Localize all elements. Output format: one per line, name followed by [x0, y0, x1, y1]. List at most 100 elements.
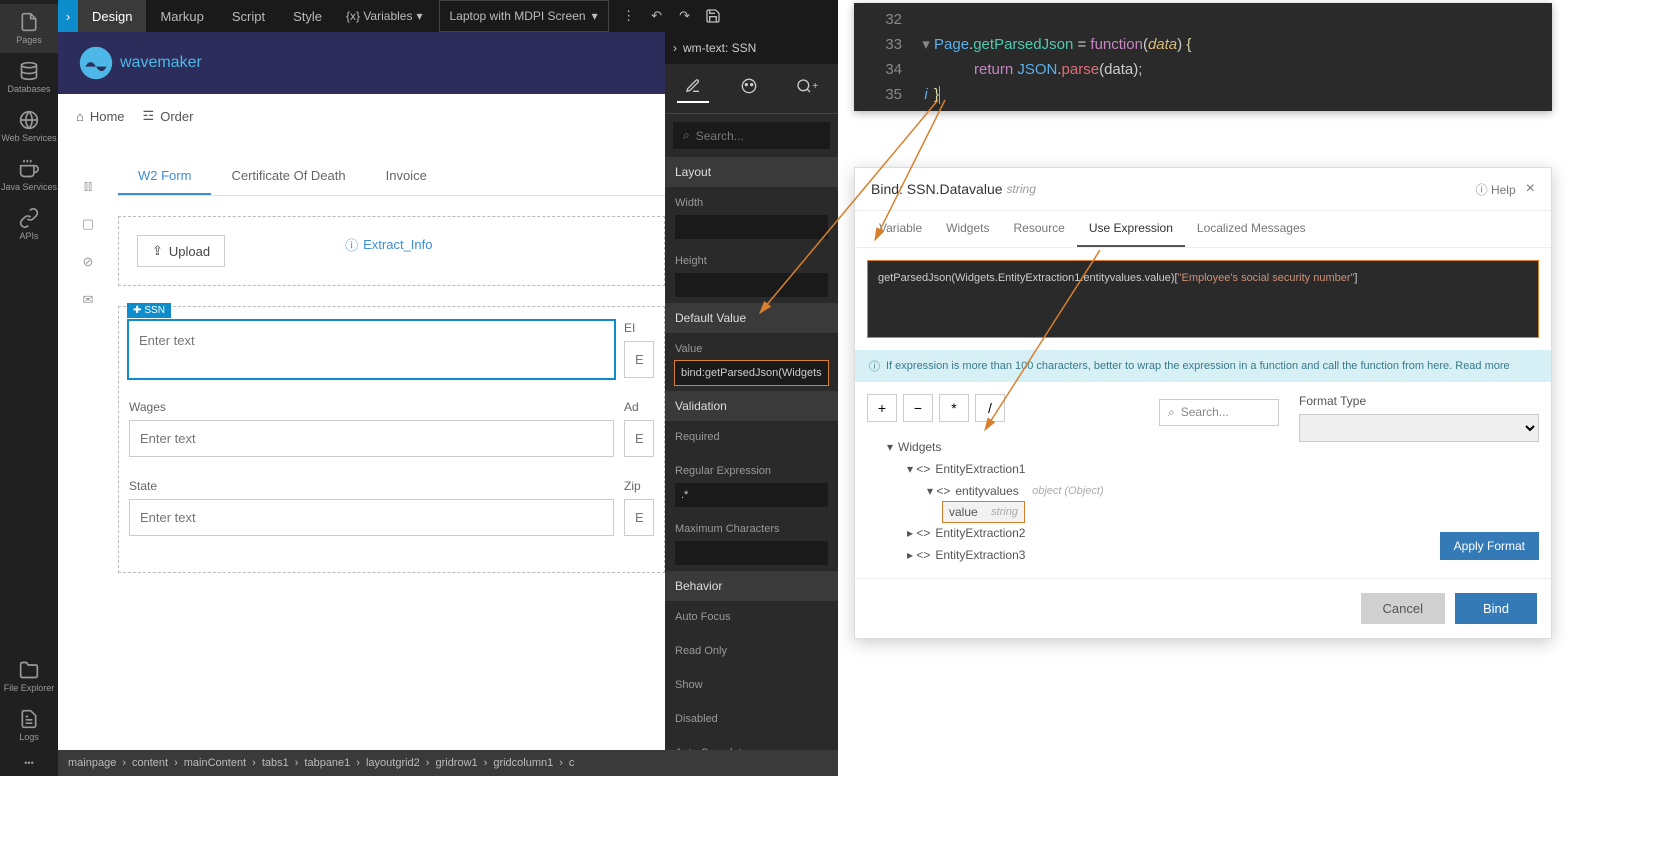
state-input[interactable] — [129, 499, 614, 536]
tab-style[interactable]: Style — [279, 0, 336, 32]
op-slash[interactable]: / — [975, 394, 1005, 422]
sidebar-more[interactable]: ••• — [0, 750, 58, 776]
section-layout[interactable]: Layout — [665, 157, 838, 187]
tab-certificate[interactable]: Certificate Of Death — [211, 158, 365, 195]
prop-height-input[interactable] — [675, 273, 828, 297]
prop-show-label: Show — [675, 679, 828, 691]
tree-value[interactable]: value string — [943, 502, 1024, 522]
tab-invoice[interactable]: Invoice — [366, 158, 447, 195]
dialog-tabs: Variable Widgets Resource Use Expression… — [855, 211, 1551, 248]
footer-crumb[interactable]: gridcolumn1 — [493, 757, 553, 769]
tree-entityvalues[interactable]: ▾ <> entityvalues object (Object) — [867, 480, 1279, 502]
prop-maxchar-input[interactable] — [675, 541, 828, 565]
expression-editor[interactable]: getParsedJson(Widgets.EntityExtraction1.… — [868, 261, 1538, 337]
prop-readonly-label: Read Only — [675, 645, 828, 657]
prop-width-input[interactable] — [675, 215, 828, 239]
sidebar-java-services[interactable]: Java Services — [0, 151, 58, 200]
mail-icon[interactable]: ✉ — [83, 292, 94, 308]
tree-ee3[interactable]: ▸ <> EntityExtraction3 — [867, 544, 1279, 566]
section-default-value[interactable]: Default Value — [665, 303, 838, 333]
prop-regex-input[interactable] — [675, 483, 828, 507]
section-behavior[interactable]: Behavior — [665, 571, 838, 601]
zip-input[interactable] — [624, 499, 654, 536]
footer-crumb[interactable]: gridrow1 — [435, 757, 477, 769]
footer-crumb[interactable]: tabs1 — [262, 757, 289, 769]
footer-crumb[interactable]: layoutgrid2 — [366, 757, 420, 769]
extract-info-link[interactable]: ⓘExtract_Info — [345, 235, 432, 254]
dlg-tab-use-expression[interactable]: Use Expression — [1077, 211, 1185, 247]
tag-icon[interactable]: ⊘ — [83, 254, 94, 270]
apply-format-button[interactable]: Apply Format — [1440, 532, 1539, 560]
footer-crumb[interactable]: content — [132, 757, 168, 769]
field-ad[interactable]: Ad — [624, 400, 654, 457]
wages-input[interactable] — [129, 420, 614, 457]
footer-crumb[interactable]: c — [569, 757, 575, 769]
dialog-title: Bind: SSN.Datavalue — [871, 181, 1003, 197]
section-validation[interactable]: Validation — [665, 391, 838, 421]
sidebar-databases[interactable]: Databases — [0, 53, 58, 102]
field-ein[interactable]: EI — [624, 321, 654, 378]
cancel-button[interactable]: Cancel — [1361, 593, 1445, 624]
format-type-select[interactable] — [1299, 414, 1539, 442]
redo-icon[interactable]: ↷ — [671, 0, 699, 32]
close-icon[interactable]: × — [1526, 180, 1535, 198]
tree-widgets[interactable]: ▾ Widgets — [867, 436, 1279, 458]
field-zip[interactable]: Zip — [624, 479, 654, 536]
tab-design[interactable]: Design — [78, 0, 146, 32]
upload-button[interactable]: ⇪Upload — [137, 235, 225, 267]
code-editor: 32 33▾Page.getParsedJson = function(data… — [854, 3, 1552, 111]
plus-icon: ✚ — [133, 305, 141, 316]
tab-markup[interactable]: Markup — [146, 0, 217, 32]
topbar: › Design Markup Script Style {x} Variabl… — [58, 0, 838, 32]
save-icon[interactable] — [699, 0, 727, 32]
props-tab-events[interactable]: + — [788, 74, 826, 103]
line-number: 32 — [862, 7, 902, 32]
breadcrumb-home[interactable]: ⌂Home — [76, 109, 125, 124]
footer-crumb[interactable]: tabpane1 — [304, 757, 350, 769]
props-tab-edit[interactable] — [677, 74, 709, 103]
props-tab-style[interactable] — [733, 74, 765, 103]
bind-button[interactable]: Bind — [1455, 593, 1537, 624]
variables-dropdown[interactable]: {x} Variables ▾ — [336, 0, 433, 32]
upload-row: ⇪Upload ⓘExtract_Info — [118, 216, 665, 286]
prop-value-label: Value — [675, 343, 828, 355]
sidebar-apis[interactable]: APIs — [0, 200, 58, 249]
sidebar-web-services[interactable]: Web Services — [0, 102, 58, 151]
more-options-icon[interactable]: ⋮ — [615, 0, 643, 32]
prop-value-input[interactable] — [675, 361, 828, 385]
field-wages[interactable]: Wages — [129, 400, 614, 457]
dlg-tab-resource[interactable]: Resource — [1002, 211, 1077, 247]
ad-input[interactable] — [624, 420, 654, 457]
op-plus[interactable]: + — [867, 394, 897, 422]
widget-tree: ▾ Widgets ▾ <> EntityExtraction1 ▾ <> en… — [867, 436, 1279, 566]
op-star[interactable]: * — [939, 394, 969, 422]
footer-crumb[interactable]: mainContent — [184, 757, 246, 769]
sidebar-logs[interactable]: Logs — [0, 701, 58, 750]
dlg-tab-widgets[interactable]: Widgets — [934, 211, 1001, 247]
ein-input[interactable] — [624, 341, 654, 378]
tab-script[interactable]: Script — [218, 0, 279, 32]
sidebar-pages[interactable]: Pages — [0, 4, 58, 53]
tree-ee2[interactable]: ▸ <> EntityExtraction2 — [867, 522, 1279, 544]
expand-sidebar-button[interactable]: › — [58, 0, 78, 32]
breadcrumb-order[interactable]: ☲Order — [143, 108, 194, 124]
chart-icon[interactable]: ⫾⫾ — [84, 178, 92, 194]
device-dropdown[interactable]: Laptop with MDPI Screen ▾ — [439, 0, 609, 32]
dlg-tab-variable[interactable]: Variable — [867, 211, 934, 247]
footer-crumb[interactable]: mainpage — [68, 757, 116, 769]
ssn-input[interactable] — [129, 321, 614, 360]
help-link[interactable]: ⓘ Help — [1476, 181, 1516, 198]
dlg-tab-localized[interactable]: Localized Messages — [1185, 211, 1318, 247]
dialog-search[interactable]: ⌕Search... — [1159, 399, 1279, 426]
undo-icon[interactable]: ↶ — [643, 0, 671, 32]
page-icon[interactable]: ▢ — [82, 216, 94, 232]
tree-ee1[interactable]: ▾ <> EntityExtraction1 — [867, 458, 1279, 480]
props-search[interactable]: ⌕Search... — [673, 122, 830, 149]
field-ssn[interactable]: ✚SSN — [129, 321, 614, 378]
chevron-right-icon[interactable]: › — [673, 41, 677, 55]
field-state[interactable]: State — [129, 479, 614, 536]
tab-w2-form[interactable]: W2 Form — [118, 158, 211, 195]
op-minus[interactable]: − — [903, 394, 933, 422]
format-type-label: Format Type — [1299, 394, 1539, 408]
sidebar-file-explorer[interactable]: File Explorer — [0, 652, 58, 701]
